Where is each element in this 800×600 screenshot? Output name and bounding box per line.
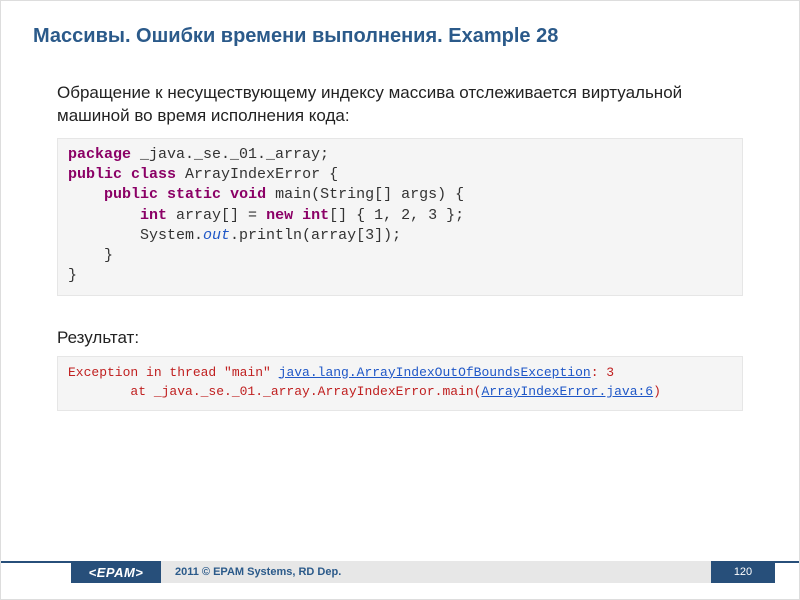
slide-title: Массивы. Ошибки времени выполнения. Exam…: [1, 1, 799, 56]
description: Обращение к несуществующему индексу масс…: [57, 82, 743, 128]
kw-new: new: [266, 207, 293, 224]
footer-spacer: [775, 561, 799, 583]
indent: [68, 207, 140, 224]
println: .println(array[3]);: [230, 227, 401, 244]
arr-init: [] { 1, 2, 3 };: [329, 207, 464, 224]
system: System.: [140, 227, 203, 244]
epam-logo: <EPAM>: [71, 561, 161, 583]
stack-at: at _java._se._01._array.ArrayIndexError.…: [68, 384, 481, 399]
kw-public: public: [68, 166, 122, 183]
pkg-name: _java._se._01._array;: [131, 146, 329, 163]
code-block: package _java._se._01._array; public cla…: [57, 138, 743, 296]
kw-public: public: [104, 186, 158, 203]
copyright: 2011 © EPAM Systems, RD Dep.: [161, 561, 711, 583]
kw-package: package: [68, 146, 131, 163]
stack-src-link: ArrayIndexError.java:6: [481, 384, 653, 399]
result-label: Результат:: [57, 328, 743, 348]
output-block: Exception in thread "main" java.lang.Arr…: [57, 356, 743, 411]
kw-class: class: [131, 166, 176, 183]
out-field: out: [203, 227, 230, 244]
arr-decl: array[] =: [167, 207, 266, 224]
slide-content: Обращение к несуществующему индексу масс…: [1, 56, 799, 411]
class-name: ArrayIndexError {: [176, 166, 338, 183]
close-brace: }: [68, 267, 77, 284]
close-brace: }: [68, 247, 113, 264]
exc-prefix: Exception in thread "main": [68, 365, 279, 380]
exc-class-link: java.lang.ArrayIndexOutOfBoundsException: [279, 365, 591, 380]
indent: [68, 186, 104, 203]
footer: <EPAM> 2011 © EPAM Systems, RD Dep. 120: [1, 561, 799, 583]
kw-void: void: [230, 186, 266, 203]
main-sig: main(String[] args) {: [266, 186, 464, 203]
kw-static: static: [167, 186, 221, 203]
kw-int2: int: [302, 207, 329, 224]
stack-close: ): [653, 384, 661, 399]
indent: [68, 227, 140, 244]
footer-spacer: [1, 561, 71, 583]
slide: Массивы. Ошибки времени выполнения. Exam…: [0, 0, 800, 600]
page-number: 120: [711, 561, 775, 583]
exc-msg: : 3: [591, 365, 614, 380]
kw-int: int: [140, 207, 167, 224]
